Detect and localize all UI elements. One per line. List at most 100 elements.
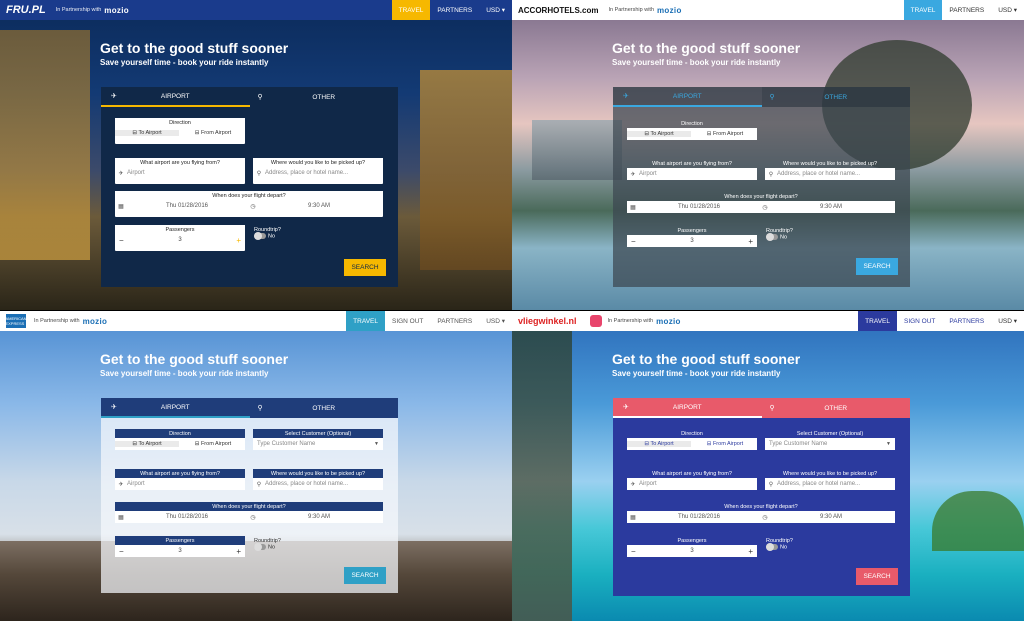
minus-button[interactable]: − — [631, 547, 636, 556]
pickup-field: Where would you like to be picked up? ⚲ A… — [253, 158, 383, 184]
time-input[interactable]: 9:30 AM — [259, 203, 379, 209]
nav-partners[interactable]: PARTNERS — [430, 311, 479, 331]
map-pin-icon: ⚲ — [256, 481, 262, 488]
plus-button[interactable]: + — [748, 237, 753, 246]
search-button[interactable]: SEARCH — [344, 567, 386, 584]
date-input[interactable]: Thu 01/28/2016 — [639, 514, 759, 520]
select-customer-input[interactable]: Type Customer Name ▼ — [253, 438, 383, 450]
nav-sign-out[interactable]: SIGN OUT — [897, 311, 942, 331]
nav-currency[interactable]: USD ▾ — [479, 311, 512, 331]
nav-partners[interactable]: PARTNERS — [942, 311, 991, 331]
direction-field: Direction ⊟ To Airport ⊟ From Airport — [627, 119, 757, 145]
to-airport-button[interactable]: ⊟ To Airport — [627, 441, 691, 447]
airport-input[interactable]: ✈ Airport — [115, 167, 245, 179]
tab-airport[interactable]: ✈ AIRPORT — [101, 87, 250, 107]
time-input[interactable]: 9:30 AM — [771, 204, 891, 210]
chevron-down-icon: ▼ — [374, 441, 379, 447]
passengers-label: Passengers — [677, 537, 707, 544]
hero-title: Get to the good stuff sooner — [100, 351, 289, 367]
direction-field: Direction ⊟ To Airport ⊟ From Airport — [627, 429, 757, 455]
top-nav: TRAVEL SIGN OUT PARTNERS USD ▾ — [346, 311, 512, 331]
pickup-question: Where would you like to be picked up? — [782, 160, 878, 167]
direction-field: Direction ⊟ To Airport ⊟ From Airport — [115, 118, 245, 144]
calendar-icon: ▦ — [118, 203, 124, 210]
header-bar: FRU.PL In Partnership with mozio TRAVEL … — [0, 0, 512, 20]
booking-panel: ✈ AIRPORT ⚲ OTHER Direction ⊟ To Airport ⊟… — [101, 87, 398, 287]
from-airport-label: From Airport — [712, 441, 744, 447]
roundtrip-toggle[interactable] — [254, 232, 266, 240]
select-customer-placeholder: Type Customer Name — [769, 441, 828, 447]
to-airport-label: To Airport — [138, 441, 162, 447]
pickup-input[interactable]: ⚲ Address, place or hotel name... — [765, 168, 895, 180]
plane-icon: ✈ — [630, 481, 636, 488]
hero-subtitle: Save yourself time - book your ride inst… — [100, 58, 269, 67]
nav-partners[interactable]: PARTNERS — [942, 0, 991, 20]
roundtrip-toggle[interactable] — [254, 543, 266, 551]
nav-travel[interactable]: TRAVEL — [346, 311, 385, 331]
tab-other[interactable]: ⚲ OTHER — [249, 398, 398, 418]
nav-travel[interactable]: TRAVEL — [858, 311, 897, 331]
minus-button[interactable]: − — [119, 236, 124, 245]
from-airport-button[interactable]: ⊟ From Airport — [181, 130, 245, 136]
tab-other[interactable]: ⚲ OTHER — [250, 87, 399, 107]
search-button[interactable]: SEARCH — [856, 568, 898, 585]
nav-currency[interactable]: USD ▾ — [991, 0, 1024, 20]
plane-icon: ✈ — [111, 404, 117, 411]
chevron-down-icon: ▼ — [886, 441, 891, 447]
to-airport-label: To Airport — [650, 131, 674, 137]
to-airport-button[interactable]: ⊟ To Airport — [115, 441, 179, 447]
time-input[interactable]: 9:30 AM — [771, 514, 891, 520]
search-button[interactable]: SEARCH — [856, 258, 898, 275]
fru-logo[interactable]: FRU.PL — [6, 4, 46, 16]
search-button[interactable]: SEARCH — [344, 259, 386, 276]
amex-quadrant: AMERICAN EXPRESS In Partnership with moz… — [0, 311, 512, 621]
airport-input[interactable]: ✈ Airport — [627, 478, 757, 490]
tab-airport[interactable]: ✈ AIRPORT — [613, 87, 762, 107]
date-input[interactable]: Thu 01/28/2016 — [127, 514, 247, 520]
nav-travel[interactable]: TRAVEL — [903, 0, 943, 20]
nav-sign-out[interactable]: SIGN OUT — [385, 311, 430, 331]
airport-input[interactable]: ✈ Airport — [627, 168, 757, 180]
plane-icon: ✈ — [623, 93, 629, 100]
minus-button[interactable]: − — [119, 547, 124, 556]
amex-logo[interactable]: AMERICAN EXPRESS — [5, 314, 27, 328]
nav-currency[interactable]: USD ▾ — [991, 311, 1024, 331]
map-pin-icon: ⚲ — [257, 405, 263, 412]
tab-airport-label: AIRPORT — [672, 403, 702, 411]
pickup-input[interactable]: ⚲ Address, place or hotel name... — [765, 478, 895, 490]
minus-button[interactable]: − — [631, 237, 636, 246]
airport-input[interactable]: ✈ Airport — [115, 478, 245, 490]
roundtrip-toggle[interactable] — [766, 543, 778, 551]
tab-airport[interactable]: ✈ AIRPORT — [101, 398, 250, 418]
time-input[interactable]: 9:30 AM — [259, 514, 379, 520]
tab-other[interactable]: ⚲ OTHER — [761, 87, 910, 107]
booking-panel: ✈ AIRPORT ⚲ OTHER Direction ⊟ To Airport ⊟… — [101, 398, 398, 593]
clock-icon: ◷ — [762, 514, 768, 521]
from-airport-button[interactable]: ⊟ From Airport — [693, 131, 757, 137]
select-customer-input[interactable]: Type Customer Name ▼ — [765, 438, 895, 450]
date-input[interactable]: Thu 01/28/2016 — [127, 203, 247, 209]
plus-button[interactable]: + — [236, 547, 241, 556]
pickup-placeholder: Address, place or hotel name... — [265, 170, 349, 176]
top-nav: TRAVEL SIGN OUT PARTNERS USD ▾ — [858, 311, 1024, 331]
from-airport-button[interactable]: ⊟ From Airport — [181, 441, 245, 447]
accor-quadrant: ACCORHOTELS.com In Partnership with mozi… — [512, 0, 1024, 310]
from-airport-button[interactable]: ⊟ From Airport — [693, 441, 757, 447]
date-input[interactable]: Thu 01/28/2016 — [639, 204, 759, 210]
airport-placeholder: Airport — [127, 170, 145, 176]
tab-other[interactable]: ⚲ OTHER — [761, 398, 910, 418]
nav-currency[interactable]: USD ▾ — [479, 0, 512, 20]
to-airport-button[interactable]: ⊟ To Airport — [115, 130, 179, 136]
pickup-input[interactable]: ⚲ Address, place or hotel name... — [253, 478, 383, 490]
nav-partners[interactable]: PARTNERS — [430, 0, 479, 20]
plus-button[interactable]: + — [748, 547, 753, 556]
roundtrip-toggle[interactable] — [766, 233, 778, 241]
plus-button[interactable]: + — [236, 236, 241, 245]
pickup-input[interactable]: ⚲ Address, place or hotel name... — [253, 167, 383, 179]
depart-field: When does your flight depart? ▦ Thu 01/2… — [115, 502, 383, 528]
tab-airport[interactable]: ✈ AIRPORT — [613, 398, 762, 418]
nav-travel[interactable]: TRAVEL — [391, 0, 431, 20]
to-airport-button[interactable]: ⊟ To Airport — [627, 131, 691, 137]
accor-logo[interactable]: ACCORHOTELS.com — [518, 6, 598, 15]
vliegwinkel-logo[interactable]: vliegwinkel.nl — [518, 316, 577, 326]
